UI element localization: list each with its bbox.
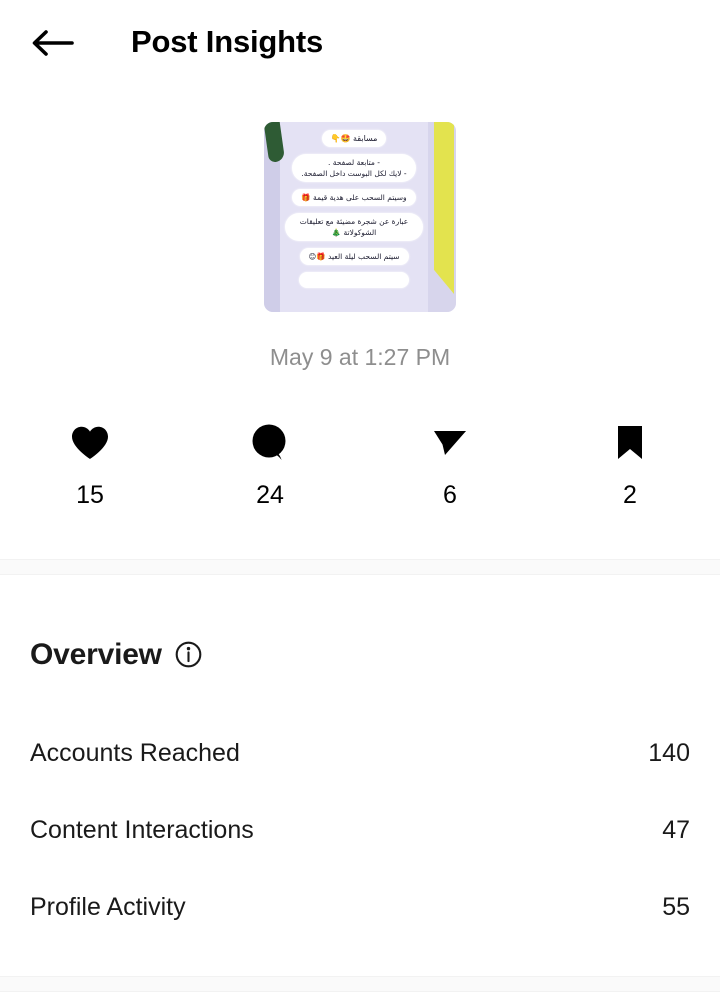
engagement-count: 24 — [256, 481, 284, 509]
comment-icon — [250, 420, 290, 466]
thumbnail-bubble: سيتم السحب ليلة العيد 🎁😊 — [299, 248, 409, 265]
thumbnail-bubble-blank — [299, 272, 409, 288]
metric-value: 55 — [662, 892, 690, 921]
metric-label: Accounts Reached — [30, 738, 240, 767]
back-button[interactable] — [24, 18, 80, 68]
thumbnail-text-bubbles: مسابقة 🤩👇 - متابعة لصفحة . - لايك لكل ال… — [280, 130, 428, 288]
page-title: Post Insights — [131, 24, 324, 59]
engagement-count: 2 — [623, 481, 637, 509]
overview-header: Overview — [30, 635, 202, 675]
metric-value: 47 — [662, 815, 690, 844]
metric-row-content-interactions[interactable]: Content Interactions 47 — [0, 791, 720, 868]
share-icon — [430, 420, 470, 466]
section-divider-bottom — [0, 976, 720, 992]
metric-label: Content Interactions — [30, 815, 254, 844]
metric-label: Profile Activity — [30, 892, 186, 921]
thumbnail-canvas: مسابقة 🤩👇 - متابعة لصفحة . - لايك لكل ال… — [280, 122, 428, 312]
overview-title: Overview — [30, 638, 162, 671]
thumbnail-bubble: وسيتم السحب على هدية قيمة 🎁 — [292, 189, 416, 206]
post-thumbnail[interactable]: مسابقة 🤩👇 - متابعة لصفحة . - لايك لكل ال… — [264, 122, 456, 312]
leaf-decoration-icon — [264, 122, 280, 312]
post-date: May 9 at 1:27 PM — [269, 344, 451, 370]
bookmark-icon — [614, 420, 646, 466]
header-bar: Post Insights — [0, 0, 720, 86]
overview-metrics-list: Accounts Reached 140 Content Interaction… — [0, 714, 720, 945]
arrow-left-icon — [30, 28, 74, 58]
heart-icon — [70, 420, 110, 466]
engagement-row: 15 24 6 2 — [0, 420, 720, 510]
metric-row-accounts-reached[interactable]: Accounts Reached 140 — [0, 714, 720, 791]
metric-value: 140 — [648, 738, 690, 767]
engagement-saves[interactable]: 2 — [540, 420, 720, 510]
thumbnail-bubble: مسابقة 🤩👇 — [321, 130, 387, 147]
engagement-count: 6 — [443, 481, 457, 509]
post-media-container: مسابقة 🤩👇 - متابعة لصفحة . - لايك لكل ال… — [0, 122, 720, 312]
post-insights-screen: Post Insights مسابقة 🤩👇 - متابعة لصفحة .… — [0, 0, 720, 994]
info-icon[interactable] — [175, 641, 202, 673]
metric-row-profile-activity[interactable]: Profile Activity 55 — [0, 868, 720, 945]
yellow-band-decoration — [428, 122, 456, 312]
section-divider — [0, 559, 720, 575]
engagement-comments[interactable]: 24 — [180, 420, 360, 510]
thumbnail-bubble: عبارة عن شجرة مضيئة مع تعليقات الشوكولات… — [285, 213, 423, 241]
engagement-count: 15 — [76, 481, 104, 509]
engagement-shares[interactable]: 6 — [360, 420, 540, 510]
thumbnail-bubble: - متابعة لصفحة . - لايك لكل البوست داخل … — [292, 154, 416, 182]
engagement-likes[interactable]: 15 — [0, 420, 180, 510]
